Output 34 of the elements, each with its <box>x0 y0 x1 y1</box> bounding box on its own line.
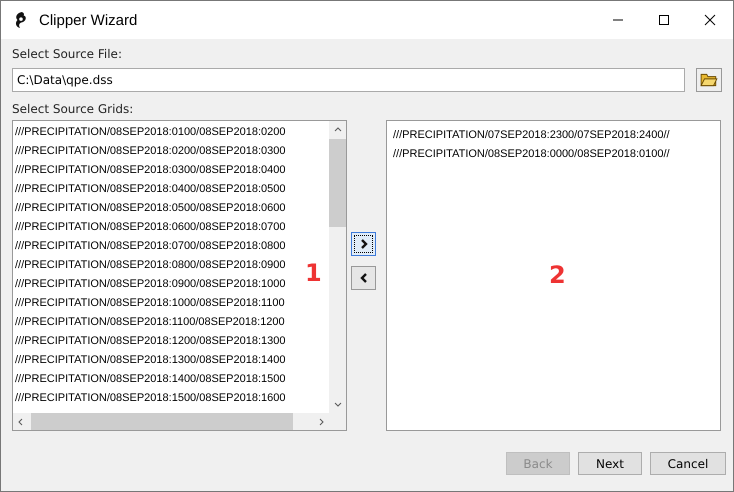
maximize-icon[interactable] <box>658 14 670 26</box>
window-title: Clipper Wizard <box>39 12 138 28</box>
grid-list-item[interactable]: ///PRECIPITATION/08SEP2018:1200/08SEP2018:1300 <box>15 332 286 351</box>
source-file-label: Select Source File: <box>12 46 122 63</box>
grid-list-item[interactable]: ///PRECIPITATION/08SEP2018:0400/08SEP2018:0500 <box>15 180 286 199</box>
grid-list-item[interactable]: ///PRECIPITATION/08SEP2018:1400/08SEP2018:1500 <box>15 370 286 389</box>
grid-list-item[interactable]: ///PRECIPITATION/08SEP2018:1300/08SEP2018:1400 <box>15 351 286 370</box>
chevron-right-icon <box>358 238 368 250</box>
add-button[interactable] <box>351 232 376 256</box>
grid-list-item[interactable]: ///PRECIPITATION/08SEP2018:1100/08SEP2018:1200 <box>15 313 285 332</box>
grid-list-item[interactable]: ///PRECIPITATION/08SEP2018:0300/08SEP2018:0400 <box>15 161 286 180</box>
callout-number: 1 <box>305 259 322 287</box>
browse-button[interactable] <box>696 68 722 92</box>
grid-list-item[interactable]: ///PRECIPITATION/07SEP2018:2300/07SEP2018:2400// <box>393 126 670 145</box>
grid-list-item[interactable]: ///PRECIPITATION/08SEP2018:0500/08SEP2018:0600 <box>15 199 286 218</box>
grid-list-item[interactable]: ///PRECIPITATION/08SEP2018:0700/08SEP2018:0800 <box>15 237 286 256</box>
grid-list-item[interactable]: ///PRECIPITATION/08SEP2018:0200/08SEP2018:0300 <box>15 142 286 161</box>
chevron-left-icon <box>358 272 368 284</box>
wizard-button[interactable]: Next <box>578 452 642 475</box>
grid-list-item[interactable]: ///PRECIPITATION/08SEP2018:1000/08SEP2018:1100 <box>15 294 285 313</box>
callout-number: 2 <box>549 261 566 289</box>
wizard-button[interactable]: Cancel <box>650 452 726 475</box>
source-grids-label: Select Source Grids: <box>12 101 134 118</box>
grid-list-item[interactable]: ///PRECIPITATION/08SEP2018:0600/08SEP2018:0700 <box>15 218 286 237</box>
grid-list-item[interactable]: ///PRECIPITATION/08SEP2018:0800/08SEP2018:0900 <box>15 256 286 275</box>
grid-list-item[interactable]: ///PRECIPITATION/08SEP2018:0000/08SEP2018:0100// <box>393 145 670 164</box>
remove-button[interactable] <box>351 266 376 290</box>
grid-list-item[interactable]: ///PRECIPITATION/08SEP2018:0900/08SEP2018:1000 <box>15 275 286 294</box>
grid-list-item[interactable]: ///PRECIPITATION/08SEP2018:1500/08SEP2018:1600 <box>15 389 286 408</box>
folder-icon <box>700 72 718 88</box>
grid-list-item[interactable]: ///PRECIPITATION/08SEP2018:0100/08SEP2018:0200 <box>15 123 286 142</box>
source-file-field[interactable]: C:\Data\qpe.dss <box>12 68 685 92</box>
vertical-scrollbar[interactable] <box>329 121 346 413</box>
close-icon[interactable] <box>704 14 716 26</box>
